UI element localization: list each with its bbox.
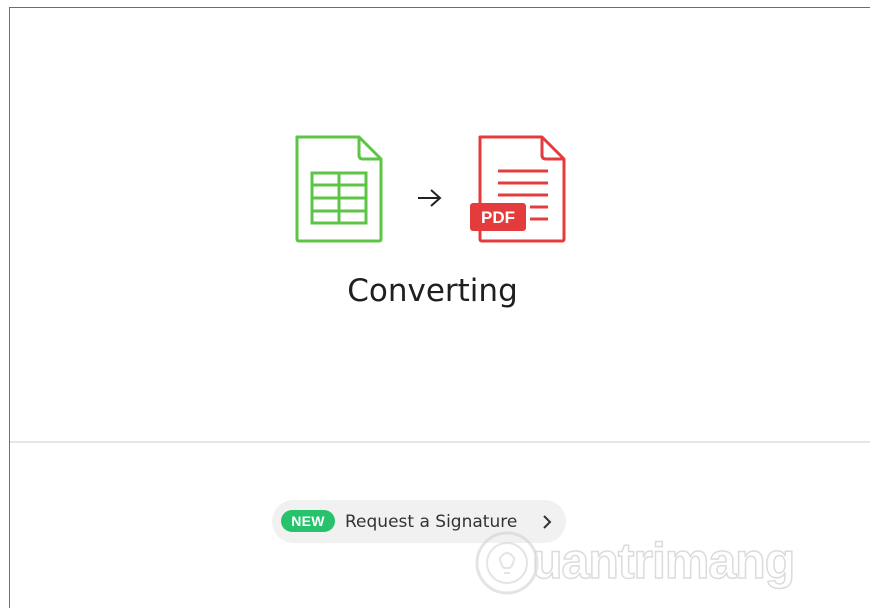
arrow-right-icon (418, 189, 442, 207)
watermark-text: uantrimang (531, 532, 796, 590)
conversion-panel: PDF Converting NEW Request a Signature u… (9, 7, 870, 608)
spreadsheet-file-icon (295, 135, 383, 243)
pdf-badge-label: PDF (481, 208, 515, 227)
converting-status: Converting (347, 273, 518, 309)
new-badge: NEW (281, 510, 335, 532)
pdf-file-icon: PDF (470, 135, 566, 243)
divider (10, 441, 870, 443)
watermark-logo: uantrimang (472, 528, 822, 608)
conversion-graphic: PDF (293, 133, 573, 253)
